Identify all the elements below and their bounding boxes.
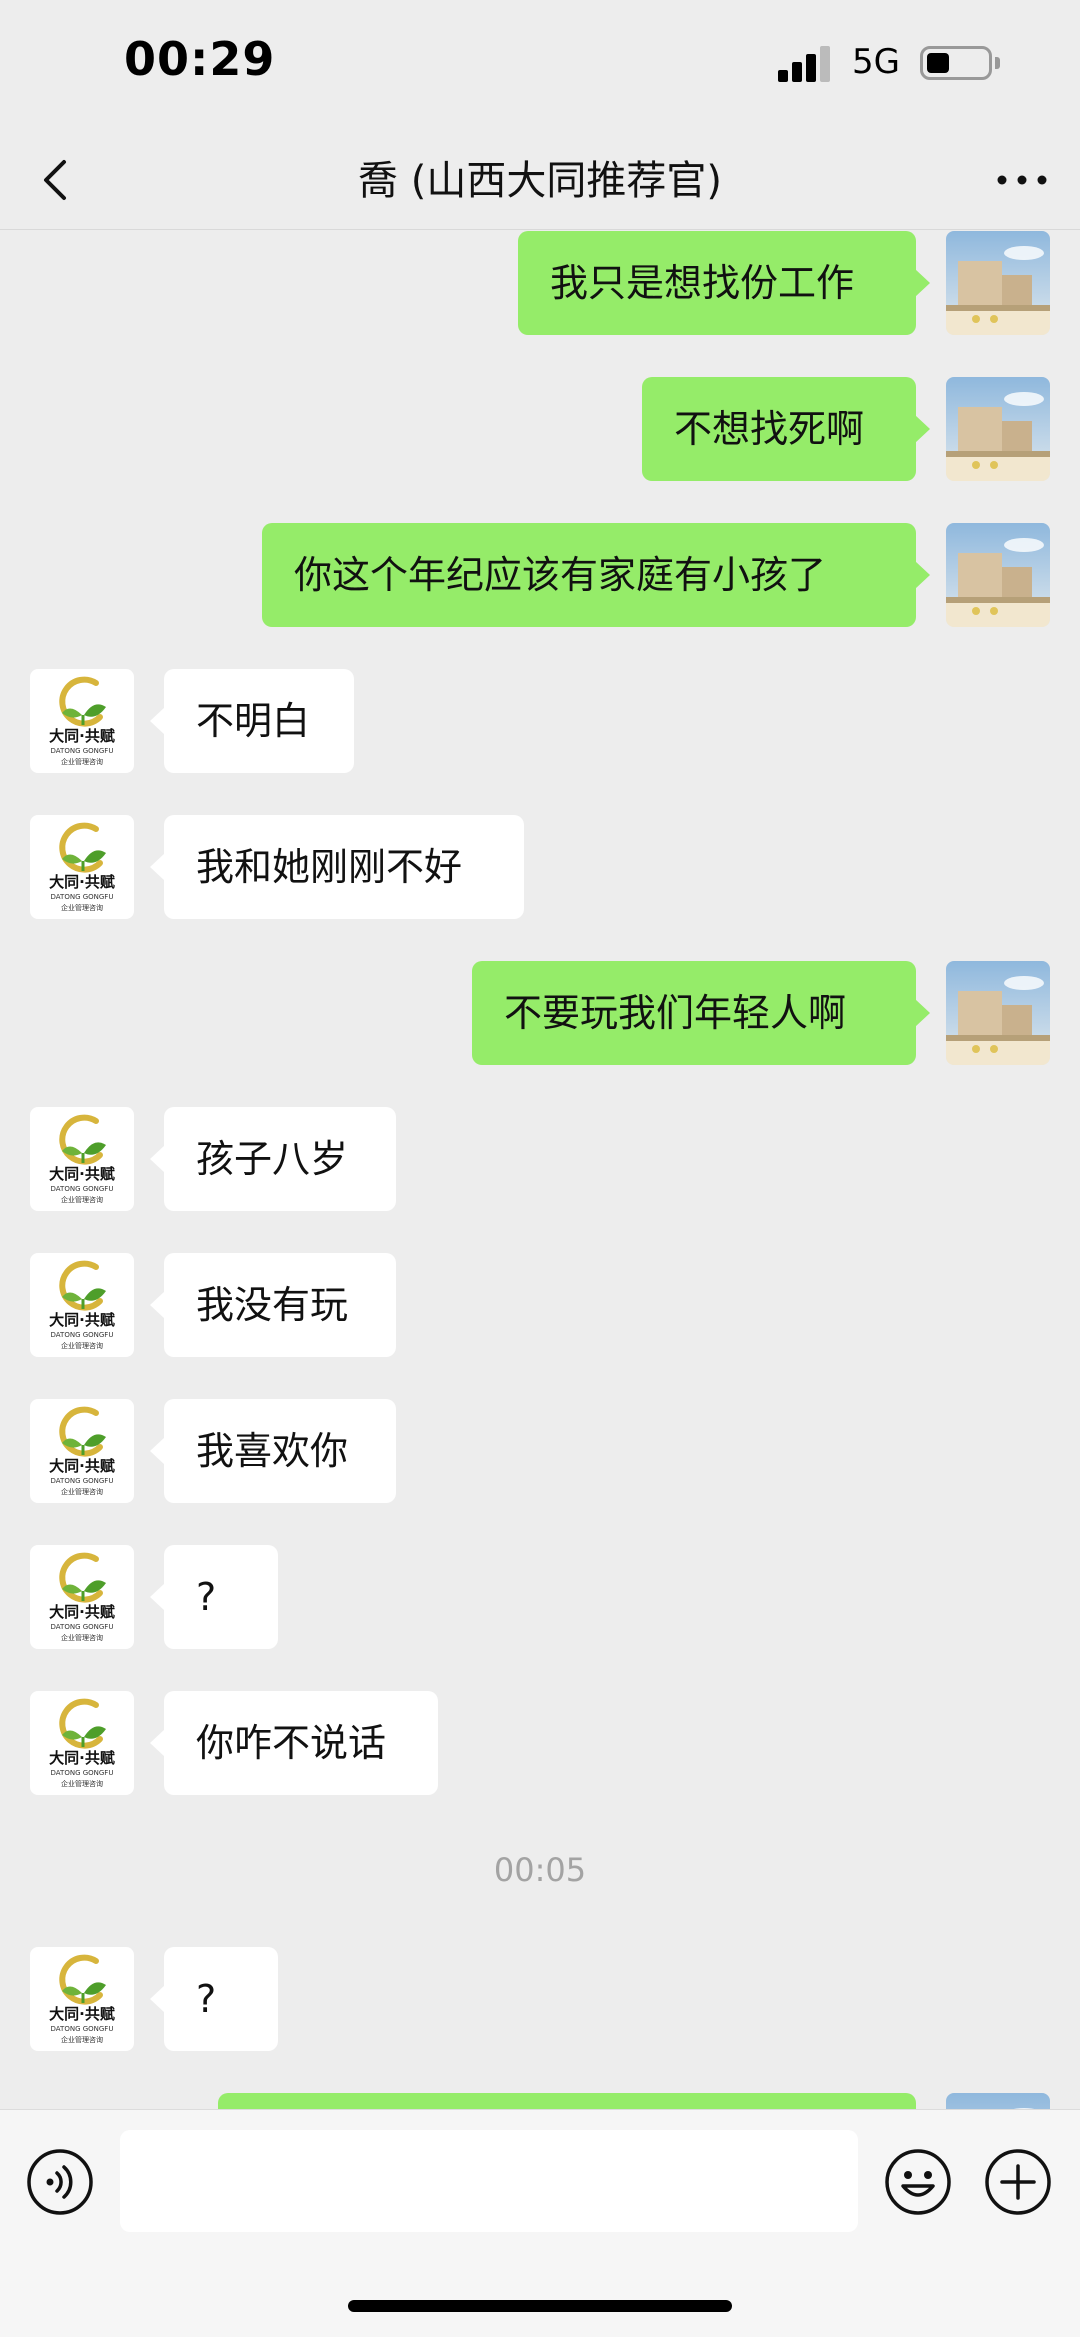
svg-text:大同·共赋: 大同·共赋 [49, 1457, 115, 1475]
contact-avatar[interactable]: 大同·共赋 DATONG GONGFU 企业管理咨询 [30, 1399, 134, 1503]
sent-message-row: 不要玩我们年轻人啊 [0, 961, 1080, 1065]
svg-text:企业管理咨询: 企业管理咨询 [61, 1341, 103, 1350]
svg-text:DATONG GONGFU: DATONG GONGFU [51, 1185, 114, 1193]
received-message-row: 大同·共赋 DATONG GONGFU 企业管理咨询 孩子八岁 [0, 1107, 1080, 1211]
contact-avatar[interactable]: 大同·共赋 DATONG GONGFU 企业管理咨询 [30, 1545, 134, 1649]
received-message-bubble[interactable]: 我喜欢你 [150, 1399, 396, 1503]
svg-text:企业管理咨询: 企业管理咨询 [61, 1487, 103, 1496]
received-message-bubble[interactable]: 我没有玩 [150, 1253, 396, 1357]
contact-avatar[interactable]: 大同·共赋 DATONG GONGFU 企业管理咨询 [30, 1947, 134, 2051]
sent-message-bubble[interactable]: 不要玩我们年轻人啊 [472, 961, 930, 1065]
svg-text:企业管理咨询: 企业管理咨询 [61, 1779, 103, 1788]
received-message-bubble[interactable]: 我和她刚刚不好 [150, 815, 524, 919]
svg-text:DATONG GONGFU: DATONG GONGFU [51, 1477, 114, 1485]
sent-message-row: 我只是想找份工作 [0, 231, 1080, 335]
status-bar: 00:29 5G [0, 0, 1080, 130]
more-dots-icon [997, 175, 1047, 185]
contact-avatar[interactable]: 大同·共赋 DATONG GONGFU 企业管理咨询 [30, 1691, 134, 1795]
svg-text:大同·共赋: 大同·共赋 [49, 1749, 115, 1767]
svg-text:大同·共赋: 大同·共赋 [49, 1311, 115, 1329]
sent-message-bubble[interactable]: 你这个年纪应该有家庭有小孩了 [262, 523, 930, 627]
svg-text:企业管理咨询: 企业管理咨询 [61, 1195, 103, 1204]
svg-text:大同·共赋: 大同·共赋 [49, 873, 115, 891]
voice-button[interactable] [26, 2148, 94, 2216]
svg-text:DATONG GONGFU: DATONG GONGFU [51, 2025, 114, 2033]
svg-text:大同·共赋: 大同·共赋 [49, 1603, 115, 1621]
plus-button[interactable] [984, 2148, 1052, 2216]
contact-avatar[interactable]: 大同·共赋 DATONG GONGFU 企业管理咨询 [30, 815, 134, 919]
sent-message-row: 不想找死啊 [0, 377, 1080, 481]
svg-text:企业管理咨询: 企业管理咨询 [61, 903, 103, 912]
sent-message-row [0, 2093, 1080, 2109]
svg-text:大同·共赋: 大同·共赋 [49, 1165, 115, 1183]
battery-fill [927, 53, 949, 73]
my-avatar[interactable] [946, 2093, 1050, 2109]
nav-bar: 喬 (山西大同推荐官) [0, 130, 1080, 230]
emoji-button[interactable] [884, 2148, 952, 2216]
sent-message-bubble[interactable] [218, 2093, 916, 2109]
received-message-bubble[interactable]: 孩子八岁 [150, 1107, 396, 1211]
received-message-bubble[interactable]: ? [150, 1545, 278, 1649]
sent-message-bubble[interactable]: 不想找死啊 [642, 377, 930, 481]
svg-text:企业管理咨询: 企业管理咨询 [61, 757, 103, 766]
my-avatar[interactable] [946, 231, 1050, 335]
svg-text:企业管理咨询: 企业管理咨询 [61, 1633, 103, 1642]
home-indicator[interactable] [348, 2300, 732, 2312]
more-button[interactable] [992, 150, 1052, 210]
sent-message-bubble[interactable]: 我只是想找份工作 [518, 231, 930, 335]
sent-message-row: 你这个年纪应该有家庭有小孩了 [0, 523, 1080, 627]
received-message-row: 大同·共赋 DATONG GONGFU 企业管理咨询 我和她刚刚不好 [0, 815, 1080, 919]
my-avatar[interactable] [946, 377, 1050, 481]
svg-text:DATONG GONGFU: DATONG GONGFU [51, 1331, 114, 1339]
svg-text:DATONG GONGFU: DATONG GONGFU [51, 893, 114, 901]
received-message-bubble[interactable]: ? [150, 1947, 278, 2051]
svg-text:DATONG GONGFU: DATONG GONGFU [51, 747, 114, 755]
chat-title: 喬 (山西大同推荐官) [358, 158, 722, 204]
chat-screen: 00:29 5G 喬 (山西大同推荐官) 我只是想找份工作不想找死啊你这个年纪应… [0, 0, 1080, 2337]
message-list[interactable]: 我只是想找份工作不想找死啊你这个年纪应该有家庭有小孩了大同·共赋 DATONG G… [0, 231, 1080, 2109]
contact-avatar[interactable]: 大同·共赋 DATONG GONGFU 企业管理咨询 [30, 1253, 134, 1357]
received-message-row: 大同·共赋 DATONG GONGFU 企业管理咨询 你咋不说话 [0, 1691, 1080, 1795]
svg-text:大同·共赋: 大同·共赋 [49, 2005, 115, 2023]
received-message-row: 大同·共赋 DATONG GONGFU 企业管理咨询? [0, 1545, 1080, 1649]
voice-icon [27, 2149, 93, 2215]
battery-cap [995, 57, 1000, 69]
svg-text:DATONG GONGFU: DATONG GONGFU [51, 1623, 114, 1631]
contact-avatar[interactable]: 大同·共赋 DATONG GONGFU 企业管理咨询 [30, 669, 134, 773]
svg-text:大同·共赋: 大同·共赋 [49, 727, 115, 745]
battery-icon [920, 46, 992, 80]
plus-icon [985, 2149, 1051, 2215]
status-time: 00:29 [124, 32, 276, 86]
contact-avatar[interactable]: 大同·共赋 DATONG GONGFU 企业管理咨询 [30, 1107, 134, 1211]
network-label: 5G [852, 42, 900, 82]
signal-icon [778, 46, 834, 82]
received-message-row: 大同·共赋 DATONG GONGFU 企业管理咨询 不明白 [0, 669, 1080, 773]
svg-text:企业管理咨询: 企业管理咨询 [61, 2035, 103, 2044]
received-message-row: 大同·共赋 DATONG GONGFU 企业管理咨询 我没有玩 [0, 1253, 1080, 1357]
emoji-icon [885, 2149, 951, 2215]
message-input[interactable] [120, 2130, 858, 2232]
my-avatar[interactable] [946, 523, 1050, 627]
received-message-bubble[interactable]: 你咋不说话 [150, 1691, 438, 1795]
svg-text:DATONG GONGFU: DATONG GONGFU [51, 1769, 114, 1777]
message-timestamp: 00:05 [493, 1851, 587, 1889]
received-message-row: 大同·共赋 DATONG GONGFU 企业管理咨询 我喜欢你 [0, 1399, 1080, 1503]
received-message-row: 大同·共赋 DATONG GONGFU 企业管理咨询? [0, 1947, 1080, 2051]
received-message-bubble[interactable]: 不明白 [150, 669, 354, 773]
my-avatar[interactable] [946, 961, 1050, 1065]
